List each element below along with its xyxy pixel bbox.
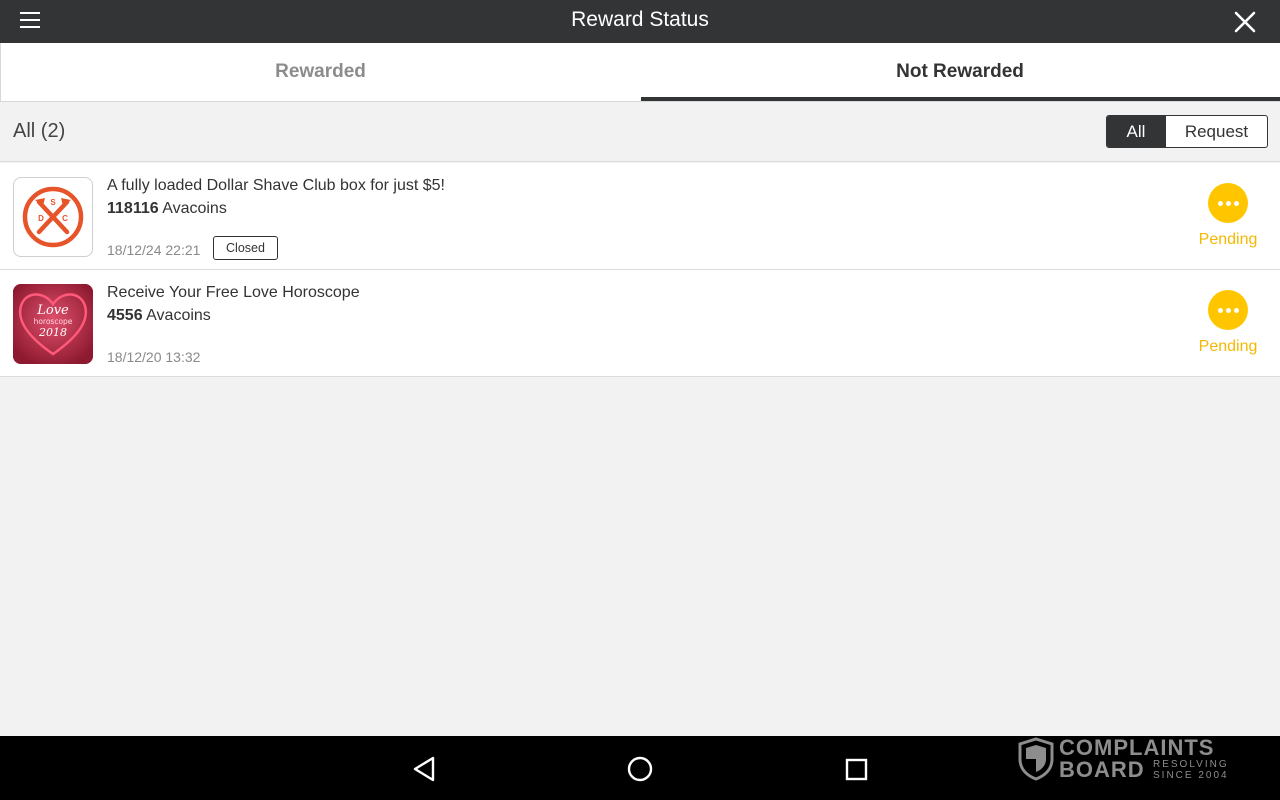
active-tab-indicator — [641, 97, 1280, 101]
item-count-label: All (2) — [13, 120, 66, 142]
dollar-shave-club-logo: S D C — [13, 177, 93, 257]
love-horoscope-image: Love horoscope 2018 — [13, 284, 93, 364]
offer-date: 18/12/20 13:32 — [107, 349, 201, 365]
pending-status[interactable]: Pending — [1196, 183, 1260, 249]
status-badge: Closed — [213, 236, 278, 260]
recents-square-icon[interactable] — [841, 754, 871, 784]
list-item[interactable]: S D C A fully loaded Dollar Shave Club b… — [0, 163, 1280, 270]
page-title: Reward Status — [571, 8, 709, 31]
status-label: Pending — [1198, 231, 1258, 248]
reward-amount: 118116 Avacoins — [107, 200, 227, 218]
shield-icon — [1018, 737, 1054, 781]
back-triangle-icon[interactable] — [410, 754, 440, 784]
more-dots-icon[interactable] — [1208, 290, 1248, 330]
list-item[interactable]: Love horoscope 2018 Receive Your Free Lo… — [0, 270, 1280, 377]
horoscope-text: horoscope — [34, 317, 73, 326]
watermark-line2: BOARD — [1059, 757, 1145, 782]
filter-request-button[interactable]: Request — [1165, 116, 1267, 147]
watermark-tag1: RESOLVING — [1153, 759, 1229, 770]
tab-bar: Rewarded Not Rewarded — [0, 43, 1280, 102]
avacoin-amount: 118116 — [107, 200, 159, 217]
year-text: 2018 — [38, 326, 67, 339]
more-dots-icon[interactable] — [1208, 183, 1248, 223]
filter-all-button[interactable]: All — [1107, 116, 1165, 147]
offer-title: Receive Your Free Love Horoscope — [107, 284, 360, 301]
home-circle-icon[interactable] — [625, 754, 655, 784]
status-label: Pending — [1198, 338, 1258, 355]
close-icon[interactable] — [1233, 10, 1257, 34]
reward-amount: 4556 Avacoins — [107, 307, 211, 325]
logo-letter-c: C — [62, 214, 68, 223]
logo-letter-s: S — [50, 198, 56, 207]
complaints-board-watermark: COMPLAINTS BOARD RESOLVING SINCE 2004 — [1018, 735, 1233, 784]
reward-list: S D C A fully loaded Dollar Shave Club b… — [0, 163, 1280, 377]
avacoin-unit: Avacoins — [162, 200, 227, 217]
logo-letter-d: D — [38, 214, 44, 223]
offer-title: A fully loaded Dollar Shave Club box for… — [107, 177, 445, 194]
pending-status[interactable]: Pending — [1196, 290, 1260, 356]
avacoin-amount: 4556 — [107, 307, 143, 324]
avacoin-unit: Avacoins — [146, 307, 211, 324]
tab-rewarded[interactable]: Rewarded — [0, 43, 640, 101]
filter-bar: All (2) All Request — [0, 102, 1280, 162]
filter-segmented-control: All Request — [1106, 115, 1268, 148]
love-text: Love — [36, 303, 69, 318]
offer-date: 18/12/24 22:21 — [107, 242, 201, 258]
watermark-tag2: SINCE 2004 — [1153, 770, 1229, 781]
app-header: Reward Status — [0, 0, 1280, 43]
tab-not-rewarded[interactable]: Not Rewarded — [640, 43, 1280, 101]
